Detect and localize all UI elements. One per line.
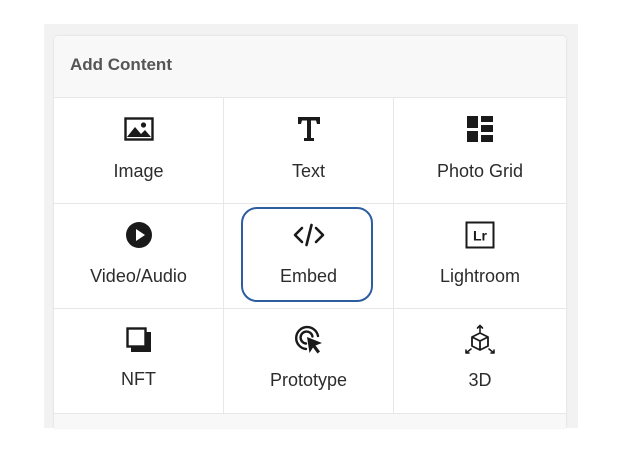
tile-label: NFT (121, 369, 156, 389)
tile-text[interactable]: Text (224, 98, 394, 204)
tile-label: 3D (468, 370, 492, 390)
tile-label: Image (113, 161, 164, 181)
tile-label: Text (291, 161, 325, 181)
tile-video-audio[interactable]: Video/Audio (54, 204, 224, 309)
lightroom-icon: Lr (463, 218, 497, 252)
tile-embed[interactable]: Embed (224, 204, 394, 309)
tile-label: Photo Grid (436, 161, 524, 181)
panel-header: Add Content (54, 36, 566, 98)
content-type-grid: Image Text Photo Grid Video/Audio Embed … (54, 98, 566, 414)
panel-title: Add Content (70, 54, 172, 74)
video-audio-icon (122, 218, 156, 252)
tile-lightroom[interactable]: Lr Lightroom (394, 204, 566, 309)
tile-label: Lightroom (439, 266, 521, 286)
text-icon (292, 112, 326, 146)
tile-image[interactable]: Image (54, 98, 224, 204)
tile-photo-grid[interactable]: Photo Grid (394, 98, 566, 204)
prototype-cursor-icon (292, 323, 326, 357)
tile-prototype[interactable]: Prototype (224, 309, 394, 414)
add-content-panel: Add Content Image Text Photo Grid Video/… (54, 36, 566, 428)
photo-grid-icon (463, 112, 497, 146)
tile-label: Embed (279, 266, 338, 286)
image-icon (122, 112, 156, 146)
tile-label: Prototype (269, 370, 348, 390)
tile-3d[interactable]: 3D (394, 309, 566, 414)
3d-cube-icon (463, 323, 497, 357)
tile-label: Video/Audio (90, 266, 187, 286)
svg-text:Lr: Lr (473, 228, 488, 244)
nft-icon (122, 323, 156, 357)
embed-code-icon (292, 218, 326, 252)
panel-footer (54, 414, 566, 428)
tile-nft[interactable]: NFT (54, 309, 224, 414)
